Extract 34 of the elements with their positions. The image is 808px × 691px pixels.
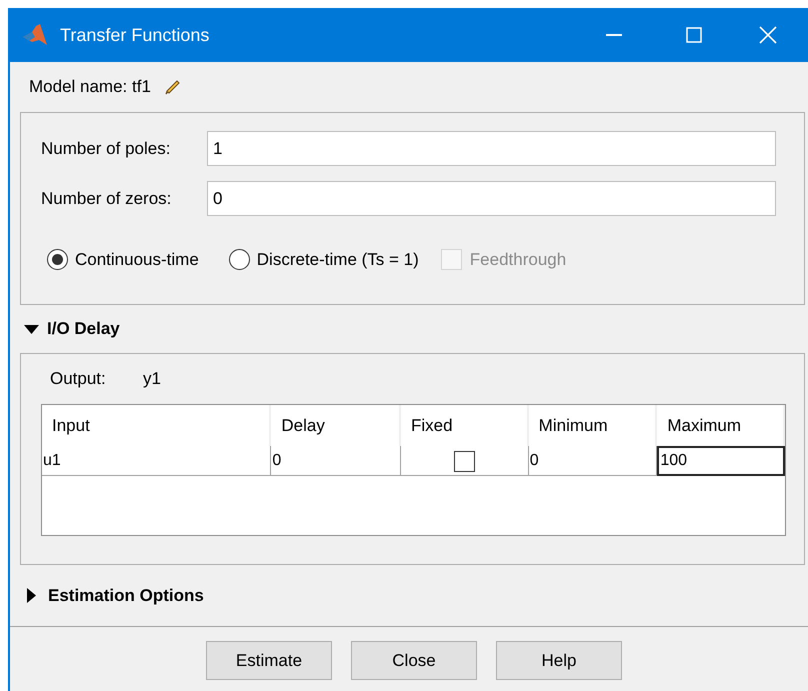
radio-icon[interactable] — [228, 249, 250, 270]
table-cell[interactable]: 100 — [657, 446, 786, 476]
column-header[interactable]: Fixed — [401, 405, 529, 446]
section-title[interactable]: I/O Delay — [47, 316, 120, 342]
column-header[interactable]: Maximum — [657, 405, 785, 446]
close-icon — [759, 26, 777, 44]
maximize-icon — [686, 27, 702, 43]
field-label: Number of poles: — [41, 138, 172, 160]
window-title: Transfer Functions — [60, 24, 210, 46]
caret-icon[interactable] — [24, 324, 39, 334]
dialog-button[interactable]: Close — [351, 641, 477, 680]
section-title[interactable]: Estimation Options — [48, 582, 204, 608]
caret-icon[interactable] — [27, 588, 36, 603]
dialog-button[interactable]: Help — [496, 641, 622, 680]
column-header[interactable]: Delay — [271, 405, 402, 446]
radio-option[interactable]: Continuous-time — [47, 247, 199, 272]
column-header[interactable]: Minimum — [528, 405, 658, 446]
table-cell[interactable]: 0 — [528, 446, 658, 476]
column-header[interactable]: Input — [42, 405, 272, 446]
checkbox-icon[interactable] — [454, 450, 475, 472]
field-label: Number of zeros: — [41, 188, 172, 210]
minimize-icon — [606, 34, 622, 36]
dialog-button[interactable]: Estimate — [206, 641, 332, 680]
output-value: y1 — [143, 368, 161, 390]
table-cell[interactable]: u1 — [42, 446, 272, 476]
radio-icon[interactable] — [47, 249, 68, 270]
pencil-icon[interactable] — [164, 79, 181, 95]
model-name-label: Model name: tf1 — [29, 76, 151, 98]
table-cell[interactable]: 0 — [271, 446, 402, 476]
radio-option[interactable]: Discrete-time (Ts = 1) — [228, 247, 419, 272]
input-field[interactable]: 0 — [207, 181, 776, 216]
app-logo-icon — [22, 23, 48, 47]
input-field[interactable]: 1 — [207, 131, 776, 166]
output-label: Output: — [50, 368, 107, 390]
